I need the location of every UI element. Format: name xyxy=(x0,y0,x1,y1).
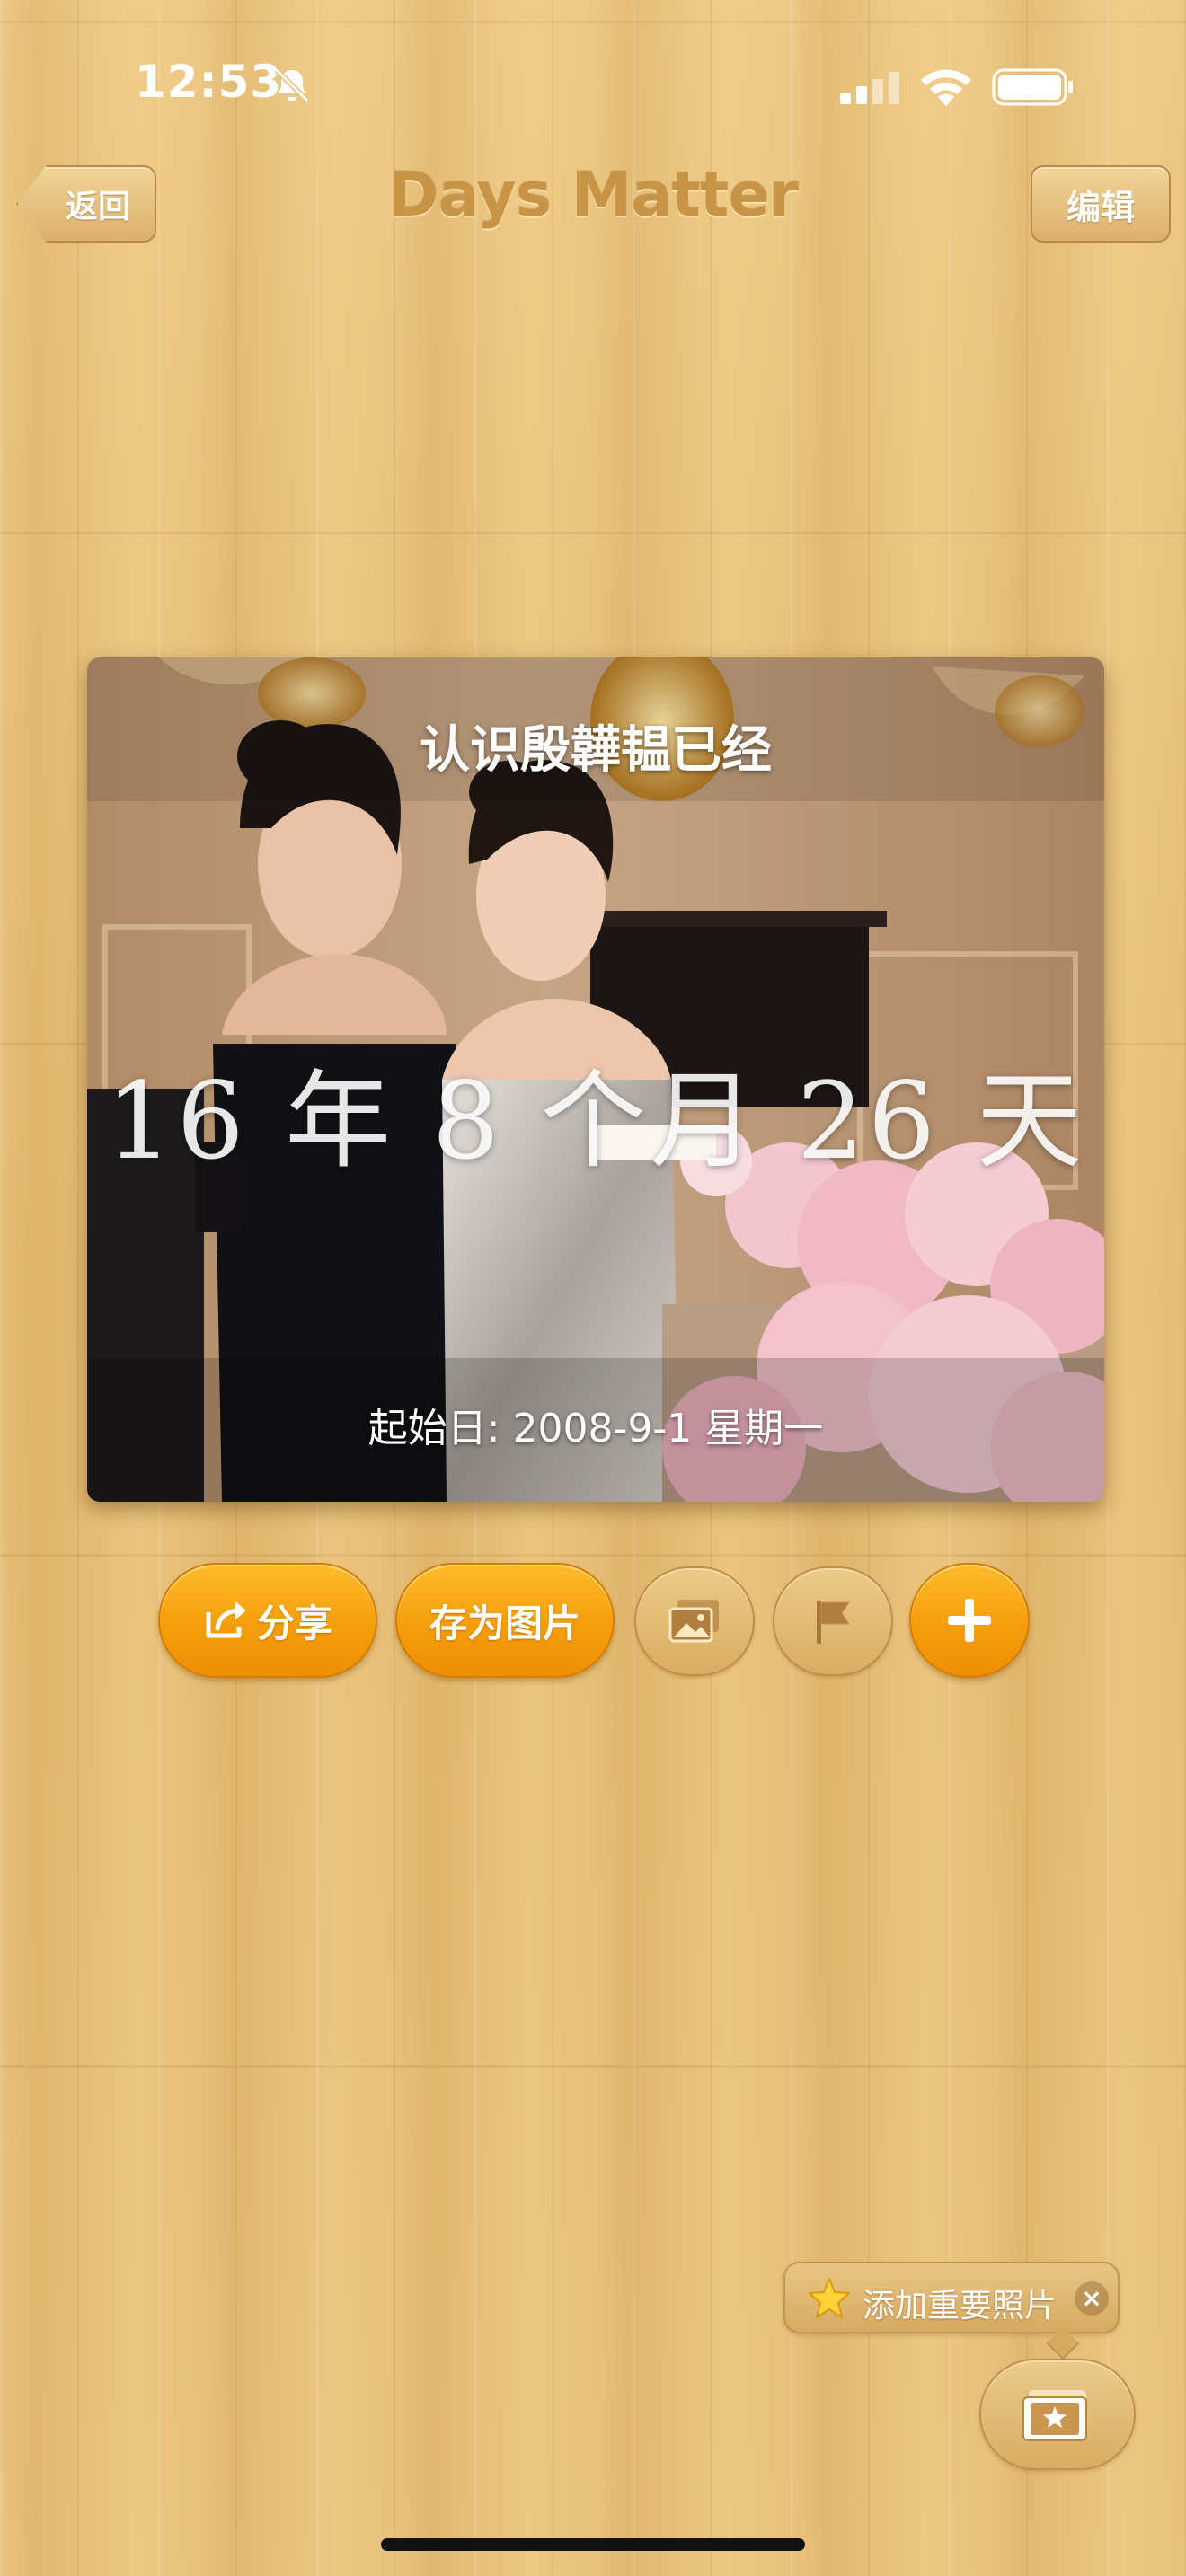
event-card[interactable]: 认识殷韡韫已经 16 年 8 个月 26 天 起始日: 2008-9-1 星期一 xyxy=(87,657,1104,1502)
start-date: 起始日: 2008-9-1 星期一 xyxy=(367,1406,824,1451)
add-event-button[interactable] xyxy=(909,1563,1030,1678)
bell-slash-icon xyxy=(274,67,310,103)
save-as-image-button[interactable]: 存为图片 xyxy=(395,1563,615,1678)
share-label: 分享 xyxy=(256,1601,332,1645)
save-as-image-label: 存为图片 xyxy=(429,1601,580,1645)
close-icon[interactable]: × xyxy=(1075,2281,1109,2316)
photo-stack-star-icon xyxy=(1022,2390,1087,2441)
add-important-photo-tooltip[interactable]: 添加重要照片 × xyxy=(783,2262,1120,2360)
tooltip-pointer xyxy=(1046,2326,1080,2360)
star-icon xyxy=(809,2278,850,2318)
share-icon xyxy=(206,1601,246,1638)
flag-icon xyxy=(817,1601,850,1644)
status-bar: 12:53 xyxy=(0,0,1186,162)
flag-button[interactable] xyxy=(773,1566,893,1676)
elapsed-duration: 16 年 8 个月 26 天 xyxy=(105,1059,1086,1183)
change-photo-button[interactable] xyxy=(634,1566,755,1676)
plus-icon xyxy=(948,1599,991,1642)
home-indicator xyxy=(381,2538,805,2551)
back-button[interactable]: 返回 xyxy=(16,165,156,243)
tooltip-text: 添加重要照片 xyxy=(863,2288,1058,2325)
edit-button[interactable]: 编辑 xyxy=(1031,165,1171,243)
wifi-icon xyxy=(921,69,971,106)
photo-icon xyxy=(668,1600,719,1643)
important-photos-button[interactable] xyxy=(979,2359,1136,2470)
share-button[interactable]: 分享 xyxy=(158,1563,377,1678)
page-title: Days Matter xyxy=(388,160,799,231)
battery-icon xyxy=(992,68,1073,106)
event-title: 认识殷韡韫已经 xyxy=(420,721,772,780)
status-time: 12:53 xyxy=(135,56,283,108)
cellular-signal-icon xyxy=(840,72,899,104)
